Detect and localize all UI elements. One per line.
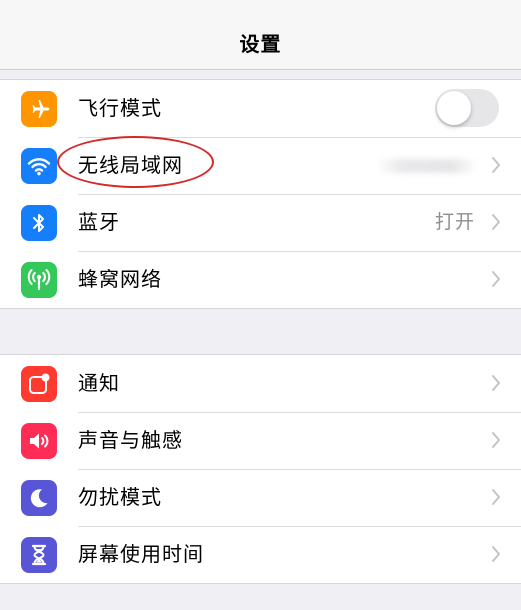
page-title: 设置 [239, 32, 282, 56]
chevron-right-icon [492, 375, 500, 391]
chevron-right-icon [492, 489, 500, 505]
redacted-network-name [377, 159, 477, 173]
settings-row-label: 通知 [78, 371, 120, 395]
wifi-icon [21, 148, 57, 184]
bluetooth-status-value: 打开 [434, 211, 475, 233]
settings-row-screen-time[interactable]: 屏幕使用时间 [0, 526, 521, 583]
moon-icon [21, 480, 57, 516]
settings-row-notifications[interactable]: 通知 [0, 355, 521, 412]
chevron-right-icon [492, 432, 500, 448]
cellular-icon [21, 262, 57, 298]
settings-row-label: 飞行模式 [78, 96, 162, 120]
settings-group-connectivity: 飞行模式 无线局域网 蓝牙 打开 蜂窝网络 [0, 79, 521, 309]
sound-icon [21, 423, 57, 459]
airplane-mode-toggle[interactable] [435, 89, 499, 127]
settings-row-label: 蜂窝网络 [78, 267, 162, 291]
chevron-right-icon [492, 271, 500, 287]
navigation-bar: 设置 [0, 0, 521, 70]
settings-row-label: 无线局域网 [78, 153, 183, 177]
toggle-knob [437, 91, 471, 125]
chevron-right-icon [492, 546, 500, 562]
settings-row-sounds-haptics[interactable]: 声音与触感 [0, 412, 521, 469]
settings-row-cellular[interactable]: 蜂窝网络 [0, 251, 521, 308]
settings-row-label: 蓝牙 [78, 210, 120, 234]
settings-row-label: 声音与触感 [78, 428, 183, 452]
chevron-right-icon [492, 214, 500, 230]
chevron-right-icon [492, 157, 500, 173]
notifications-icon [21, 366, 57, 402]
settings-row-do-not-disturb[interactable]: 勿扰模式 [0, 469, 521, 526]
settings-row-label: 勿扰模式 [78, 485, 162, 509]
settings-row-airplane-mode[interactable]: 飞行模式 [0, 80, 521, 137]
airplane-icon [21, 91, 57, 127]
settings-row-wifi[interactable]: 无线局域网 [0, 137, 521, 194]
bluetooth-icon [21, 205, 57, 241]
hourglass-icon [21, 537, 57, 573]
settings-group-notifications: 通知 声音与触感 勿扰模式 屏幕使用时间 [0, 354, 521, 584]
settings-row-label: 屏幕使用时间 [78, 542, 204, 566]
settings-row-bluetooth[interactable]: 蓝牙 打开 [0, 194, 521, 251]
